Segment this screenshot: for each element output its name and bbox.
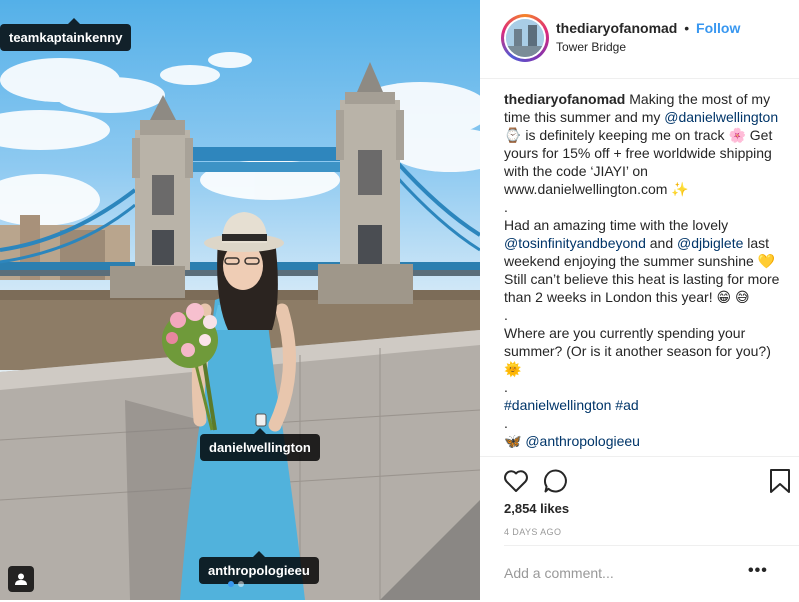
- likes-count[interactable]: 2,854 likes: [504, 501, 569, 516]
- post-photo[interactable]: teamkaptainkenny danielwellington anthro…: [0, 0, 480, 600]
- caption-paragraph-1: thediaryofanomad Making the most of my t…: [504, 90, 780, 198]
- caption-paragraph-2: Had an amazing time with the lovely @tos…: [504, 216, 780, 306]
- yellow-heart-emoji: 💛: [757, 253, 776, 269]
- caption-username[interactable]: thediaryofanomad: [504, 91, 625, 107]
- bookmark-icon: [770, 469, 790, 493]
- comment-button[interactable]: [542, 467, 570, 495]
- sun-emoji: 🌞: [504, 361, 522, 377]
- comment-input[interactable]: [504, 565, 744, 581]
- comment-icon: [544, 469, 567, 493]
- comment-bar: •••: [504, 545, 799, 602]
- sparkles-emoji: ✨: [671, 181, 689, 197]
- caption-hashtags: #danielwellington #ad: [504, 396, 780, 414]
- save-button[interactable]: [766, 467, 794, 495]
- avatar[interactable]: [501, 14, 549, 62]
- post-header: thediaryofanomad • Follow Tower Bridge: [480, 0, 799, 79]
- mention-tosinfinityandbeyond[interactable]: @tosinfinityandbeyond: [504, 235, 646, 251]
- caption-text: and: [649, 235, 674, 251]
- watch-emoji: ⌚: [504, 127, 522, 143]
- caption-dot: .: [504, 379, 508, 395]
- photo-tag-anthropologieeu[interactable]: anthropologieeu: [199, 551, 319, 584]
- flower-emoji: 🌸: [728, 127, 746, 143]
- user-icon: [15, 573, 27, 585]
- carousel-dot-active: [228, 581, 234, 587]
- post-timestamp[interactable]: 4 DAYS AGO: [504, 527, 561, 537]
- carousel-dot: [238, 581, 244, 587]
- grin-emoji: 😁: [716, 289, 732, 305]
- caption-text: Had an amazing time with the lovely: [504, 217, 729, 233]
- caption-text: is definitely keeping me on track: [525, 127, 725, 143]
- more-options-button[interactable]: •••: [748, 562, 768, 580]
- post-actions: 2,854 likes 4 DAYS AGO •••: [480, 456, 799, 601]
- caption-cutoff-line: 🦋 @anthropologieeu: [504, 433, 640, 449]
- photo-tag-teamkaptainkenny[interactable]: teamkaptainkenny: [0, 18, 132, 51]
- caption-dot: .: [504, 415, 508, 431]
- header-name-row: thediaryofanomad • Follow: [556, 20, 740, 36]
- caption-dot: .: [504, 199, 508, 215]
- header-username[interactable]: thediaryofanomad: [556, 20, 677, 36]
- header-separator: •: [684, 20, 690, 36]
- post-location[interactable]: Tower Bridge: [556, 40, 626, 54]
- user-tags-button[interactable]: [8, 566, 34, 592]
- caption-text: Where are you currently spending your su…: [504, 325, 771, 359]
- carousel-indicator: [228, 581, 244, 587]
- caption-dot: .: [504, 307, 508, 323]
- like-button[interactable]: [502, 467, 530, 495]
- hashtag-links[interactable]: #danielwellington #ad: [504, 397, 639, 413]
- photo-scene: [0, 52, 480, 600]
- photo-tag-danielwellington[interactable]: danielwellington: [200, 428, 320, 461]
- caption-paragraph-3: Where are you currently spending your su…: [504, 324, 780, 378]
- mention-danielwellington[interactable]: @danielwellington: [664, 109, 778, 125]
- avatar-image: [506, 19, 544, 57]
- sweat-smile-emoji: 😅: [734, 289, 750, 305]
- follow-button[interactable]: Follow: [696, 20, 740, 36]
- mention-djbiglete[interactable]: @djbiglete: [677, 235, 743, 251]
- post-panel: thediaryofanomad • Follow Tower Bridge t…: [480, 0, 799, 600]
- post-caption: thediaryofanomad Making the most of my t…: [504, 90, 780, 456]
- heart-icon: [504, 470, 528, 492]
